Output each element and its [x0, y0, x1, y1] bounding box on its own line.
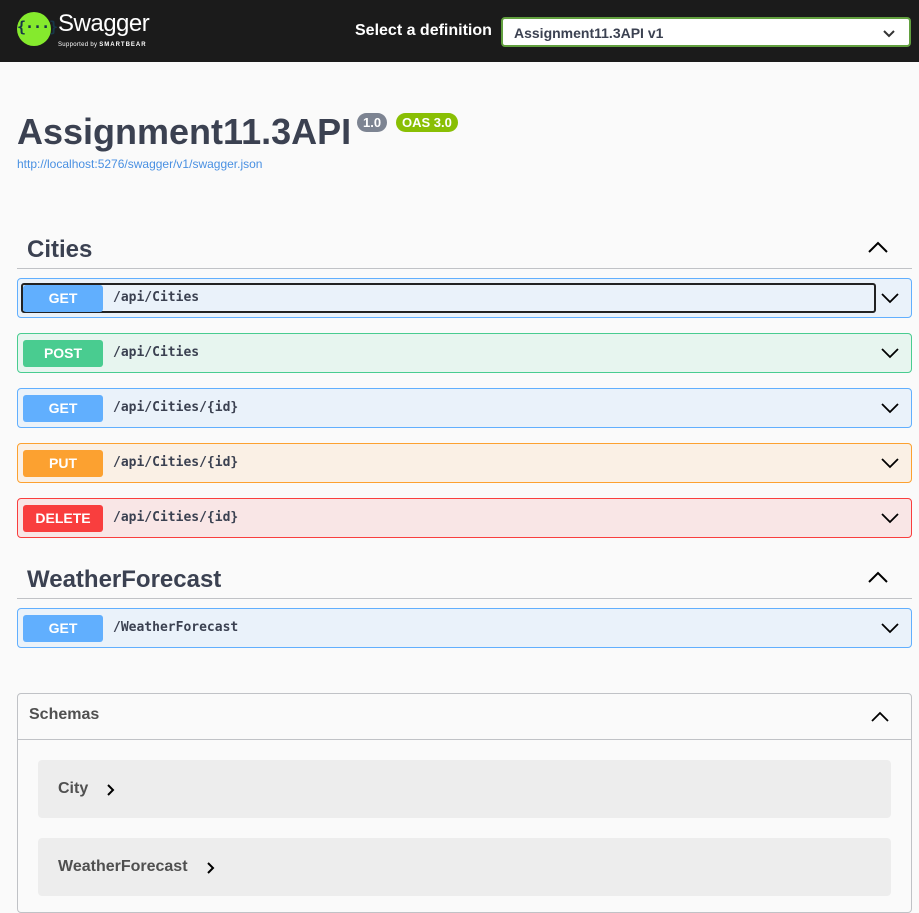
method-badge: GET: [23, 615, 103, 642]
chevron-down-icon[interactable]: [881, 293, 899, 304]
operation-path: /api/Cities/{id}: [113, 455, 239, 470]
chevron-down-icon[interactable]: [881, 348, 899, 359]
method-badge: GET: [23, 285, 103, 312]
schemas-section: Schemas City WeatherForecast: [17, 693, 912, 913]
chevron-down-icon[interactable]: [881, 513, 899, 524]
chevron-right-icon: [107, 784, 115, 796]
operation-put-city[interactable]: PUT /api/Cities/{id}: [17, 443, 912, 483]
model-name: WeatherForecast: [58, 858, 188, 875]
method-badge: PUT: [23, 450, 103, 477]
operation-get-cities[interactable]: GET /api/Cities: [17, 278, 912, 318]
chevron-up-icon[interactable]: [868, 571, 888, 583]
api-title: Assignment11.3API: [17, 111, 352, 152]
model-weatherforecast[interactable]: WeatherForecast: [38, 838, 891, 896]
operation-path: /WeatherForecast: [113, 620, 239, 635]
version-badge: 1.0: [357, 113, 388, 132]
tag-weatherforecast[interactable]: WeatherForecast: [17, 555, 912, 599]
operation-path: /api/Cities/{id}: [113, 400, 239, 415]
chevron-down-icon[interactable]: [881, 458, 899, 469]
tag-cities[interactable]: Cities: [17, 225, 912, 269]
chevron-down-icon[interactable]: [881, 623, 899, 634]
spec-url-link[interactable]: http://localhost:5276/swagger/v1/swagger…: [17, 157, 262, 171]
swagger-logo-icon: {···}: [17, 12, 58, 46]
operation-get-weatherforecast[interactable]: GET /WeatherForecast: [17, 608, 912, 648]
schemas-header[interactable]: Schemas: [18, 694, 911, 740]
operation-get-city-by-id[interactable]: GET /api/Cities/{id}: [17, 388, 912, 428]
schemas-title: Schemas: [29, 706, 100, 723]
tag-title: WeatherForecast: [27, 566, 222, 593]
operation-path: /api/Cities: [113, 345, 200, 360]
model-name: City: [58, 780, 89, 797]
model-city[interactable]: City: [38, 760, 891, 818]
method-badge: POST: [23, 340, 103, 367]
operation-post-cities[interactable]: POST /api/Cities: [17, 333, 912, 373]
operation-delete-city[interactable]: DELETE /api/Cities/{id}: [17, 498, 912, 538]
definition-select[interactable]: Assignment11.3API v1: [501, 17, 911, 47]
topbar: {···} Swagger Supported by SMARTBEAR Sel…: [0, 0, 919, 62]
chevron-right-icon: [207, 862, 215, 874]
tag-title: Cities: [27, 236, 93, 263]
method-badge: DELETE: [23, 505, 103, 532]
chevron-down-icon[interactable]: [881, 403, 899, 414]
chevron-down-icon: [883, 30, 895, 38]
chevron-up-icon[interactable]: [868, 241, 888, 253]
operation-path: /api/Cities/{id}: [113, 510, 239, 525]
method-badge: GET: [23, 395, 103, 422]
definition-select-label: Select a definition: [355, 22, 492, 39]
swagger-logo[interactable]: {···} Swagger Supported by SMARTBEAR: [17, 10, 150, 49]
definition-select-value: Assignment11.3API v1: [514, 25, 664, 41]
logo-subtitle: Supported by SMARTBEAR: [58, 42, 147, 48]
oas-badge: OAS 3.0: [396, 113, 458, 132]
chevron-up-icon[interactable]: [871, 711, 889, 722]
logo-wordmark: Swagger: [58, 10, 150, 37]
operation-path: /api/Cities: [113, 290, 200, 305]
